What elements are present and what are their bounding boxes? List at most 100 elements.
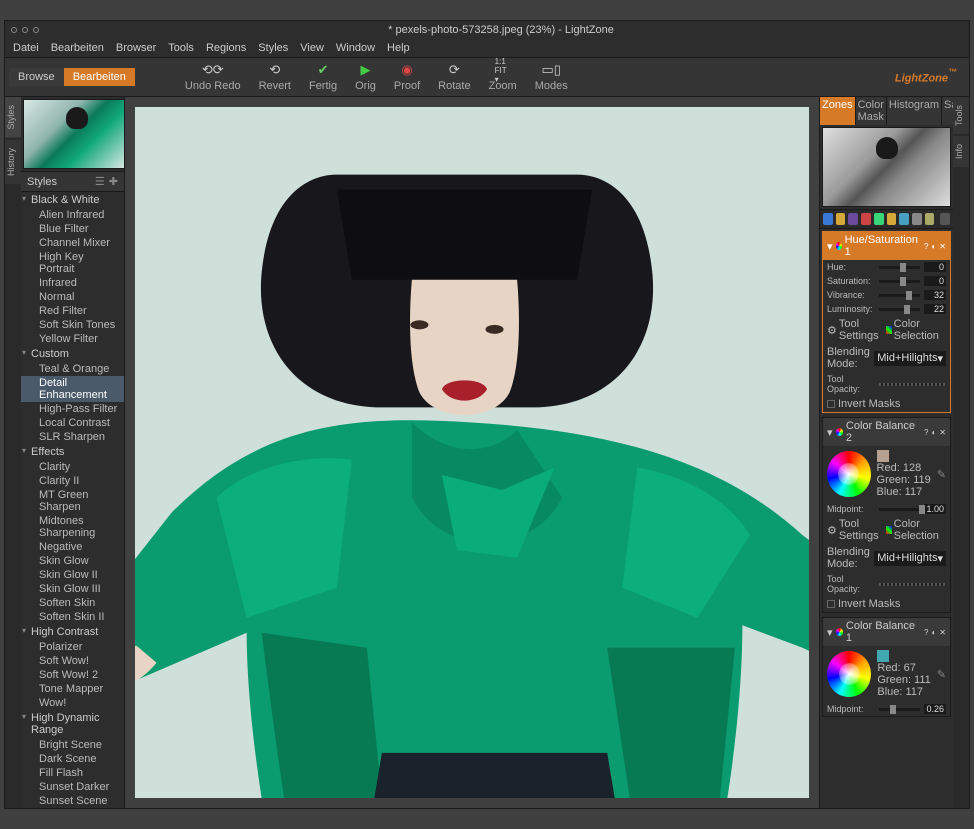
style-item-slr-sharpen[interactable]: SLR Sharpen	[21, 430, 124, 444]
toggle-icon[interactable]: ◐	[931, 428, 936, 437]
tool-settings-tab[interactable]: ⚙ Tool Settings	[827, 318, 880, 342]
toggle-icon[interactable]: ◐	[931, 242, 936, 251]
style-item-midtones-sharpening[interactable]: Midtones Sharpening	[21, 514, 124, 540]
menu-tools[interactable]: Tools	[168, 42, 194, 54]
tab-browse[interactable]: Browse	[9, 68, 64, 86]
luminosity-slider[interactable]: Luminosity:22	[823, 302, 950, 316]
tool-settings-tab[interactable]: ⚙ Tool Settings	[827, 518, 880, 542]
tool-opacity-slider[interactable]: Tool Opacity:	[823, 372, 950, 396]
saturation-slider[interactable]: Saturation:0	[823, 274, 950, 288]
tab-edit[interactable]: Bearbeiten	[64, 68, 135, 86]
style-group-black-white[interactable]: Black & White	[21, 192, 124, 208]
style-item-soften-skin-ii[interactable]: Soften Skin II	[21, 610, 124, 624]
vtab-history[interactable]: History	[5, 140, 21, 184]
menu-styles[interactable]: Styles	[258, 42, 288, 54]
invert-masks-checkbox[interactable]	[827, 600, 835, 608]
tool-icon[interactable]	[848, 213, 858, 225]
style-group-effects[interactable]: Effects	[21, 444, 124, 460]
menu-icon[interactable]: ☰	[95, 175, 105, 188]
orig-button[interactable]: ▶Orig	[355, 62, 376, 92]
menu-browser[interactable]: Browser	[116, 42, 156, 54]
tool-icon[interactable]	[836, 213, 846, 225]
vibrance-slider[interactable]: Vibrance:32	[823, 288, 950, 302]
style-item-fill-flash[interactable]: Fill Flash	[21, 766, 124, 780]
color-wheel-picker[interactable]	[827, 651, 871, 697]
tool-icon[interactable]	[925, 213, 935, 225]
blending-mode-dropdown[interactable]: Blending Mode:Mid+Hilights▾	[823, 544, 950, 572]
rtab-color-mask[interactable]: Color Mask	[856, 97, 887, 125]
hue-saturation-header[interactable]: ▾ Hue/Saturation 1 ? ◐ ✕	[823, 232, 950, 260]
color-balance-1-header[interactable]: ▾ Color Balance 1 ? ◐ ✕	[823, 618, 950, 646]
revert-button[interactable]: ⟲Revert	[259, 62, 291, 92]
rtab-histogram[interactable]: Histogram	[887, 97, 942, 125]
toggle-icon[interactable]: ◐	[931, 628, 936, 637]
style-item-soft-skin-tones[interactable]: Soft Skin Tones	[21, 318, 124, 332]
style-item-tone-mapper[interactable]: Tone Mapper	[21, 682, 124, 696]
vtab-tools[interactable]: Tools	[953, 97, 969, 134]
style-group-custom[interactable]: Custom	[21, 346, 124, 362]
delete-icon[interactable]	[940, 213, 950, 225]
canvas-area[interactable]	[125, 97, 819, 808]
style-item-infrared[interactable]: Infrared	[21, 276, 124, 290]
style-item-soften-skin[interactable]: Soften Skin	[21, 596, 124, 610]
style-item-channel-mixer[interactable]: Channel Mixer	[21, 236, 124, 250]
midpoint-slider[interactable]: Midpoint:1.00	[823, 502, 950, 516]
close-icon[interactable]: ✕	[939, 242, 946, 251]
style-item-local-contrast[interactable]: Local Contrast	[21, 416, 124, 430]
close-icon[interactable]: ✕	[939, 428, 946, 437]
style-item-sunset-scene[interactable]: Sunset Scene	[21, 794, 124, 808]
style-item-yellow-filter[interactable]: Yellow Filter	[21, 332, 124, 346]
color-wheel-picker[interactable]	[827, 451, 871, 497]
modes-button[interactable]: ▭▯Modes	[535, 62, 568, 92]
style-item-high-pass-filter[interactable]: High-Pass Filter	[21, 402, 124, 416]
done-button[interactable]: ✔Fertig	[309, 62, 337, 92]
color-selection-tab[interactable]: Color Selection	[886, 318, 946, 342]
tool-icon[interactable]	[874, 213, 884, 225]
help-icon[interactable]: ?	[924, 428, 928, 437]
style-item-detail-enhancement[interactable]: Detail Enhancement	[21, 376, 124, 402]
close-icon[interactable]: ✕	[939, 628, 946, 637]
zone-preview[interactable]	[822, 127, 951, 207]
style-item-skin-glow-iii[interactable]: Skin Glow III	[21, 582, 124, 596]
style-item-normal[interactable]: Normal	[21, 290, 124, 304]
tool-opacity-slider[interactable]: Tool Opacity:	[823, 572, 950, 596]
eyedropper-icon[interactable]: ✎	[937, 468, 946, 481]
style-item-clarity-ii[interactable]: Clarity II	[21, 474, 124, 488]
style-item-high-key-portrait[interactable]: High Key Portrait	[21, 250, 124, 276]
blending-mode-dropdown[interactable]: Blending Mode:Mid+Hilights▾	[823, 344, 950, 372]
style-item-blue-filter[interactable]: Blue Filter	[21, 222, 124, 236]
invert-masks-checkbox[interactable]	[827, 400, 835, 408]
style-item-mt-green-sharpen[interactable]: MT Green Sharpen	[21, 488, 124, 514]
hue-slider[interactable]: Hue:0	[823, 260, 950, 274]
image-canvas[interactable]	[135, 107, 809, 798]
style-item-soft-wow-[interactable]: Soft Wow!	[21, 654, 124, 668]
zoom-button[interactable]: 1:1 FIT ▾Zoom	[489, 62, 517, 92]
style-group-high-dynamic-range[interactable]: High Dynamic Range	[21, 710, 124, 738]
menu-datei[interactable]: Datei	[13, 42, 39, 54]
style-item-skin-glow-ii[interactable]: Skin Glow II	[21, 568, 124, 582]
midpoint-slider[interactable]: Midpoint:0.26	[823, 702, 950, 716]
style-item-teal-orange[interactable]: Teal & Orange	[21, 362, 124, 376]
style-item-alien-infrared[interactable]: Alien Infrared	[21, 208, 124, 222]
style-item-polarizer[interactable]: Polarizer	[21, 640, 124, 654]
style-item-skin-glow[interactable]: Skin Glow	[21, 554, 124, 568]
menu-regions[interactable]: Regions	[206, 42, 246, 54]
menu-help[interactable]: Help	[387, 42, 410, 54]
style-item-red-filter[interactable]: Red Filter	[21, 304, 124, 318]
help-icon[interactable]: ?	[924, 242, 928, 251]
eyedropper-icon[interactable]: ✎	[937, 668, 946, 681]
style-item-bright-scene[interactable]: Bright Scene	[21, 738, 124, 752]
style-item-clarity[interactable]: Clarity	[21, 460, 124, 474]
style-group-high-contrast[interactable]: High Contrast	[21, 624, 124, 640]
tool-icon[interactable]	[899, 213, 909, 225]
style-item-negative[interactable]: Negative	[21, 540, 124, 554]
style-item-wow-[interactable]: Wow!	[21, 696, 124, 710]
menu-bearbeiten[interactable]: Bearbeiten	[51, 42, 104, 54]
style-item-dark-scene[interactable]: Dark Scene	[21, 752, 124, 766]
thumbnail-preview[interactable]	[23, 99, 124, 169]
window-controls[interactable]	[11, 27, 39, 33]
undo-redo-button[interactable]: ⟲⟳Undo Redo	[185, 62, 241, 92]
vtab-info[interactable]: Info	[953, 136, 969, 167]
tool-icon[interactable]	[823, 213, 833, 225]
style-item-soft-wow-2[interactable]: Soft Wow! 2	[21, 668, 124, 682]
